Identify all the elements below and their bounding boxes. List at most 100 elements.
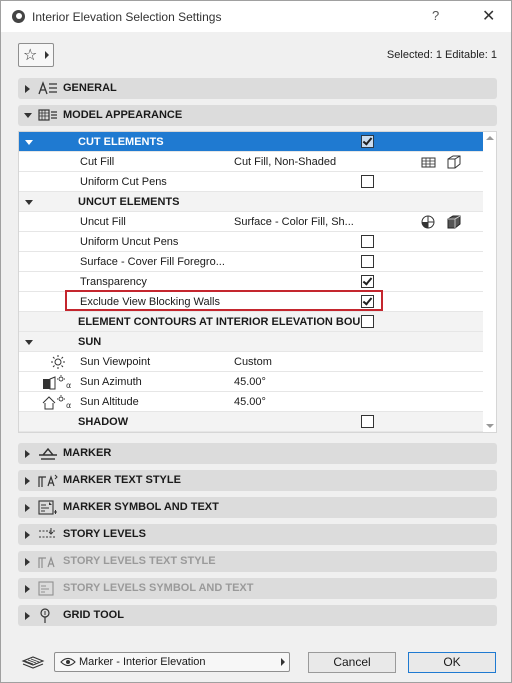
row-label: Uncut Fill xyxy=(80,216,126,228)
tree-row-cut-fill[interactable]: Cut Fill Cut Fill, Non-Shaded xyxy=(19,152,483,172)
tree-row-surface-cover-fill[interactable]: Surface - Cover Fill Foregro... xyxy=(19,252,483,272)
cube-solid-icon[interactable] xyxy=(445,214,463,230)
panel-label: STORY LEVELS xyxy=(63,528,146,540)
tree-row-uniform-uncut-pens[interactable]: Uniform Uncut Pens xyxy=(19,232,483,252)
general-icon xyxy=(38,81,57,95)
row-label: Sun Azimuth xyxy=(80,376,142,388)
exclude-view-blocking-walls-checkbox[interactable] xyxy=(361,295,374,308)
transparency-checkbox[interactable] xyxy=(361,275,374,288)
tree-group-element-contours[interactable]: ELEMENT CONTOURS AT INTERIOR ELEVATION B… xyxy=(19,312,483,332)
sun-altitude-icon: α xyxy=(42,395,71,410)
sun-icon xyxy=(51,355,65,369)
favorites-button[interactable]: ☆ xyxy=(18,43,54,67)
panel-label: MARKER SYMBOL AND TEXT xyxy=(63,501,219,513)
uniform-uncut-pens-checkbox[interactable] xyxy=(361,235,374,248)
tree-group-label: ELEMENT CONTOURS AT INTERIOR ELEVATION B… xyxy=(78,316,370,328)
element-contours-checkbox[interactable] xyxy=(361,315,374,328)
row-label: Exclude View Blocking Walls xyxy=(80,296,221,308)
story-levels-symbol-icon xyxy=(38,581,54,596)
panel-label: MARKER TEXT STYLE xyxy=(63,474,181,486)
tree-row-sun-viewpoint[interactable]: Sun Viewpoint Custom xyxy=(19,352,483,372)
panel-marker-text-style[interactable]: MARKER TEXT STYLE xyxy=(18,470,497,491)
expand-icon xyxy=(25,558,30,566)
collapse-icon xyxy=(25,140,33,145)
selection-status: Selected: 1 Editable: 1 xyxy=(386,49,497,61)
tree-group-label: SUN xyxy=(78,336,102,348)
row-value[interactable]: Custom xyxy=(234,356,272,368)
layer-icon xyxy=(21,656,45,669)
panel-marker[interactable]: MARKER xyxy=(18,443,497,464)
panel-story-levels[interactable]: STORY LEVELS xyxy=(18,524,497,545)
tree-group-cut-elements[interactable]: CUT ELEMENTS xyxy=(19,132,483,152)
tree-group-label: CUT ELEMENTS xyxy=(78,136,164,148)
row-label: Surface - Cover Fill Foregro... xyxy=(80,256,225,268)
panel-label: STORY LEVELS SYMBOL AND TEXT xyxy=(63,582,254,594)
close-button[interactable]: ✕ xyxy=(482,6,495,26)
panel-story-levels-text-style[interactable]: STORY LEVELS TEXT STYLE xyxy=(18,551,497,572)
collapse-icon xyxy=(25,200,33,205)
surface-cover-fill-checkbox[interactable] xyxy=(361,255,374,268)
row-label: Transparency xyxy=(80,276,147,288)
sun-shade-icon[interactable] xyxy=(420,214,438,230)
layer-select-value: Marker - Interior Elevation xyxy=(79,656,206,668)
title-bar: Interior Elevation Selection Settings ? … xyxy=(1,1,511,32)
grid-tool-icon xyxy=(40,608,50,623)
marker-symbol-icon xyxy=(38,500,57,515)
tree-row-uniform-cut-pens[interactable]: Uniform Cut Pens xyxy=(19,172,483,192)
panel-model-appearance[interactable]: MODEL APPEARANCE xyxy=(18,105,497,126)
row-label: Uniform Uncut Pens xyxy=(80,236,179,248)
story-levels-text-icon xyxy=(38,556,55,568)
row-value[interactable]: 45.00° xyxy=(234,376,266,388)
tree-row-uncut-fill[interactable]: Uncut Fill Surface - Color Fill, Sh... xyxy=(19,212,483,232)
cube-outline-icon[interactable] xyxy=(445,154,463,170)
model-appearance-icon xyxy=(38,109,57,121)
eye-icon xyxy=(60,657,76,667)
panel-label: MODEL APPEARANCE xyxy=(63,109,183,121)
tree-row-exclude-view-blocking-walls[interactable]: Exclude View Blocking Walls xyxy=(19,292,483,312)
scroll-down-icon[interactable] xyxy=(486,424,494,428)
marker-icon xyxy=(39,447,57,460)
settings-dialog: Interior Elevation Selection Settings ? … xyxy=(0,0,512,683)
panel-grid-tool[interactable]: GRID TOOL xyxy=(18,605,497,626)
help-button[interactable]: ? xyxy=(432,8,439,23)
panel-general[interactable]: GENERAL xyxy=(18,78,497,99)
panel-marker-symbol-and-text[interactable]: MARKER SYMBOL AND TEXT xyxy=(18,497,497,518)
tree-group-sun[interactable]: SUN xyxy=(19,332,483,352)
app-icon xyxy=(12,10,25,23)
tree-group-shadow[interactable]: SHADOW xyxy=(19,412,483,432)
tree-row-sun-altitude[interactable]: α Sun Altitude 45.00° xyxy=(19,392,483,412)
tree-group-uncut-elements[interactable]: UNCUT ELEMENTS xyxy=(19,192,483,212)
tree-row-transparency[interactable]: Transparency xyxy=(19,272,483,292)
tree-group-label: UNCUT ELEMENTS xyxy=(78,196,180,208)
tree-scrollbar[interactable] xyxy=(483,132,496,432)
expand-icon xyxy=(25,612,30,620)
row-value[interactable]: 45.00° xyxy=(234,396,266,408)
expand-icon xyxy=(25,450,30,458)
expand-icon xyxy=(25,531,30,539)
fill-pattern-icon[interactable] xyxy=(420,154,438,170)
layer-select[interactable]: Marker - Interior Elevation xyxy=(54,652,290,672)
panel-label: MARKER xyxy=(63,447,112,459)
shadow-checkbox[interactable] xyxy=(361,415,374,428)
cancel-button[interactable]: Cancel xyxy=(308,652,396,673)
sun-azimuth-icon: α xyxy=(43,375,71,390)
row-value[interactable]: Cut Fill, Non-Shaded xyxy=(234,156,336,168)
expand-icon xyxy=(25,477,30,485)
svg-text:α: α xyxy=(66,401,71,410)
window-title: Interior Elevation Selection Settings xyxy=(32,10,222,24)
expand-icon xyxy=(25,504,30,512)
tree-row-sun-azimuth[interactable]: α Sun Azimuth 45.00° xyxy=(19,372,483,392)
panel-label: GRID TOOL xyxy=(63,609,124,621)
arrow-right-icon xyxy=(281,658,285,666)
ok-button[interactable]: OK xyxy=(408,652,496,673)
panel-story-levels-symbol-and-text[interactable]: STORY LEVELS SYMBOL AND TEXT xyxy=(18,578,497,599)
row-value[interactable]: Surface - Color Fill, Sh... xyxy=(234,216,354,228)
star-icon: ☆ xyxy=(23,47,38,64)
cut-elements-checkbox[interactable] xyxy=(361,135,374,148)
model-appearance-tree: CUT ELEMENTS Cut Fill Cut Fill, Non-Shad… xyxy=(18,131,497,433)
row-label: Uniform Cut Pens xyxy=(80,176,167,188)
scroll-up-icon[interactable] xyxy=(486,136,494,140)
row-label: Sun Altitude xyxy=(80,396,139,408)
uniform-cut-pens-checkbox[interactable] xyxy=(361,175,374,188)
expand-icon xyxy=(25,585,30,593)
